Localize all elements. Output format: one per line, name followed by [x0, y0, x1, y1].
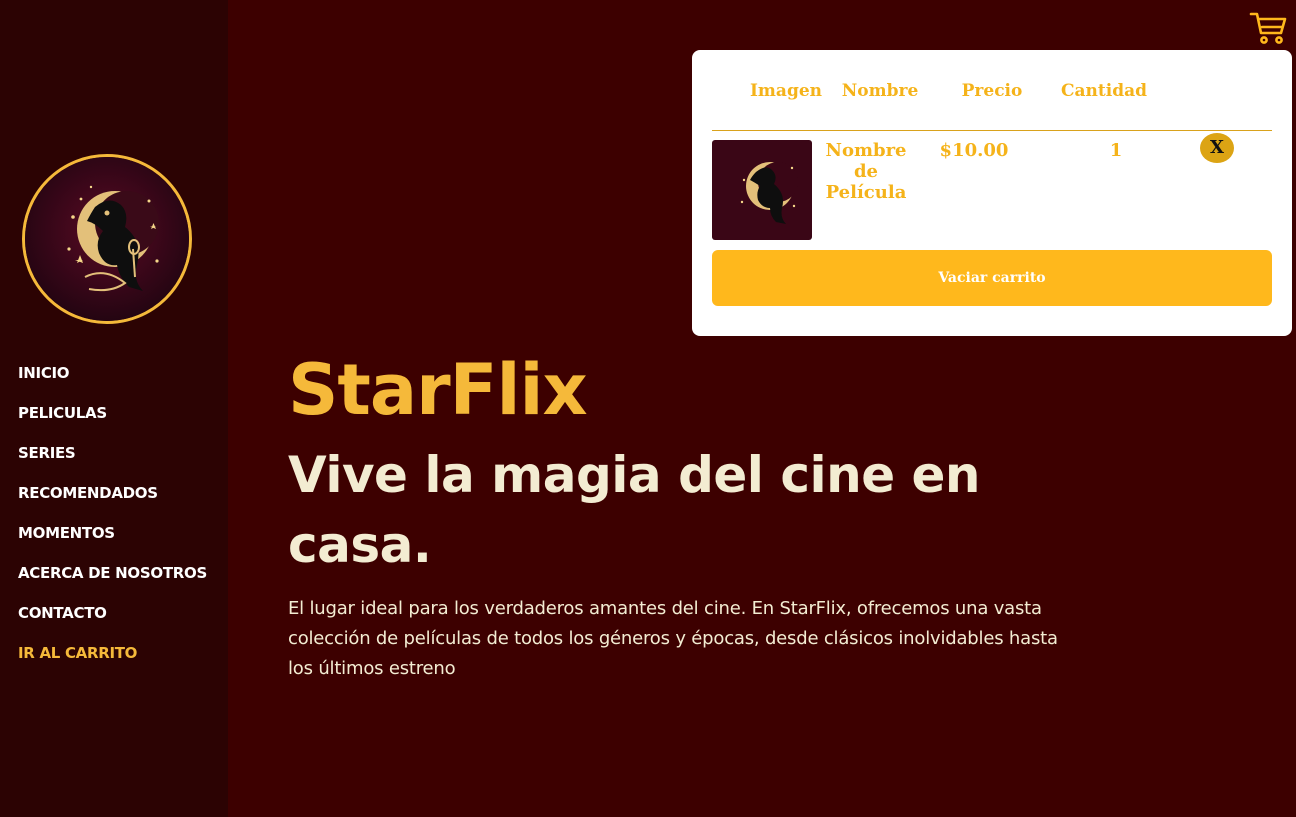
hero-title: StarFlix	[288, 349, 588, 431]
header-precio: Precio	[961, 81, 1023, 101]
main-nav: INICIO PELICULAS SERIES RECOMENDADOS MOM…	[18, 363, 207, 683]
hero-subtitle: Vive la magia del cine en casa.	[288, 446, 981, 574]
nav-item-peliculas[interactable]: PELICULAS	[18, 403, 207, 443]
cart-panel: Imagen Nombre Precio Cantidad Nombre de …	[692, 50, 1292, 336]
nav-item-momentos[interactable]: MOMENTOS	[18, 523, 207, 563]
cart-icon[interactable]	[1249, 11, 1287, 45]
remove-item-button[interactable]: X	[1200, 133, 1234, 163]
logo[interactable]	[22, 154, 192, 324]
header-nombre: Nombre	[841, 81, 919, 101]
nav-item-acerca[interactable]: ACERCA DE NOSOTROS	[18, 563, 207, 603]
nav-item-recomendados[interactable]: RECOMENDADOS	[18, 483, 207, 523]
header-cantidad: Cantidad	[1060, 81, 1147, 101]
nav-item-series[interactable]: SERIES	[18, 443, 207, 483]
sidebar: INICIO PELICULAS SERIES RECOMENDADOS MOM…	[0, 0, 228, 817]
cart-item-name: Nombre de Película	[825, 140, 907, 203]
movie-poster-icon	[712, 140, 812, 240]
cart-item-price: $10.00	[939, 140, 1009, 161]
cart-item-image	[712, 140, 812, 240]
hero: StarFlix Vive la magia del cine en casa.…	[288, 346, 1088, 684]
hero-description: El lugar ideal para los verdaderos amant…	[288, 598, 1058, 679]
nav-item-contacto[interactable]: CONTACTO	[18, 603, 207, 643]
empty-cart-button[interactable]: Vaciar carrito	[712, 250, 1272, 306]
cart-table-header: Imagen Nombre Precio Cantidad	[712, 50, 1272, 131]
header-imagen: Imagen	[749, 81, 823, 101]
nav-item-inicio[interactable]: INICIO	[18, 363, 207, 403]
cart-item-quantity: 1	[1109, 140, 1123, 161]
raven-moon-logo-icon	[25, 157, 189, 321]
nav-item-ir-al-carrito[interactable]: IR AL CARRITO	[18, 643, 207, 683]
